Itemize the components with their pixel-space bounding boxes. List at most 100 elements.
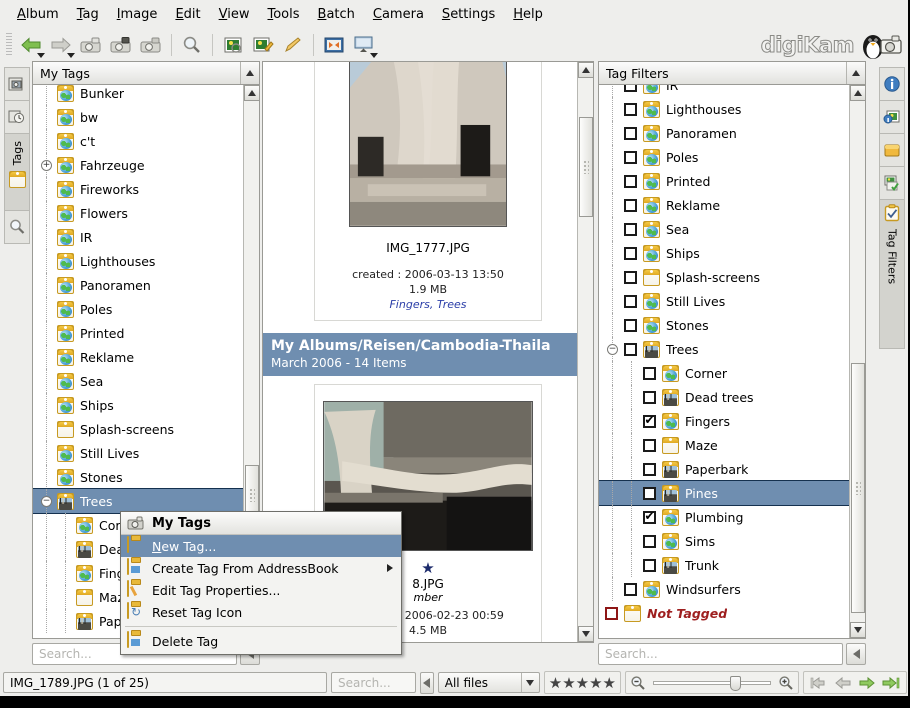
tree-row[interactable]: Reklame [599,193,849,217]
scroll-up-button[interactable] [578,62,593,78]
tree-row[interactable]: Printed [33,321,243,345]
zoom-out-icon[interactable] [630,675,646,691]
slideshow-dropdown-arrow[interactable] [370,52,378,58]
context-menu-item-create-from-addressbook[interactable]: Create Tag From AddressBook [121,557,401,579]
tree-row[interactable]: Panoramen [33,273,243,297]
forward-dropdown-arrow[interactable] [67,52,75,58]
tag-checkbox[interactable] [624,582,637,596]
context-menu-item-delete-tag[interactable]: Delete Tag [121,630,401,652]
tree-row[interactable]: − Trees [599,337,849,361]
tree-row[interactable]: Still Lives [599,289,849,313]
tree-row[interactable]: Printed [599,169,849,193]
tree-row[interactable]: ✔ Plumbing [599,505,849,529]
tree-row[interactable]: ✔ Fingers [599,409,849,433]
tag-checkbox[interactable] [643,438,656,452]
search-button[interactable] [177,31,207,59]
last-image-button[interactable] [880,673,902,693]
zoom-in-icon[interactable] [778,675,794,691]
tree-row[interactable]: + Fahrzeuge [33,153,243,177]
tree-row[interactable]: Splash-screens [33,417,243,441]
my-tags-sort-button[interactable] [240,62,259,84]
sidebar-item-geolocation[interactable] [879,166,905,200]
tag-checkbox[interactable] [624,318,637,332]
back-dropdown-arrow[interactable] [37,52,45,58]
menu-settings[interactable]: Settings [433,3,504,26]
album-group-header[interactable]: My Albums/Reisen/Cambodia-Thaila March 2… [263,333,593,376]
context-menu-item-reset-tag-icon[interactable]: Reset Tag Icon [121,601,401,623]
forward-button[interactable] [46,31,76,59]
tree-row[interactable]: Lighthouses [33,249,243,273]
tree-row[interactable]: Poles [33,297,243,321]
tree-row[interactable]: Flowers [33,201,243,225]
tree-row[interactable]: Pines [599,480,849,506]
tree-row[interactable]: Still Lives [33,441,243,465]
sidebar-item-tags[interactable]: Tags [4,133,30,211]
back-button[interactable] [16,31,46,59]
tag-checkbox[interactable]: ✔ [643,414,656,428]
tag-checkbox[interactable] [605,606,618,620]
tag-checkbox[interactable] [624,198,637,212]
tag-checkbox[interactable] [624,222,637,236]
sidebar-item-albums[interactable] [4,67,30,101]
icon-view-scrollbar[interactable] [577,62,593,642]
chevron-down-icon[interactable] [520,673,539,692]
sidebar-item-metadata[interactable] [879,100,905,134]
menu-help[interactable]: Help [504,3,552,26]
tree-row[interactable]: Reklame [33,345,243,369]
zoom-slider-handle[interactable] [730,675,741,691]
tree-row[interactable]: Sea [599,217,849,241]
collapse-icon[interactable]: − [607,343,618,355]
tag-checkbox[interactable] [643,390,656,404]
menu-album[interactable]: Album [8,3,68,26]
tree-row[interactable]: Not Tagged [599,601,849,625]
tag-checkbox[interactable] [643,486,656,500]
tag-checkbox[interactable] [624,126,637,140]
scrollbar-thumb[interactable] [851,363,865,613]
tree-row[interactable]: Windsurfers [599,577,849,601]
tag-filters-scrollbar[interactable] [849,85,865,638]
camera-add-button[interactable] [76,31,106,59]
tag-checkbox[interactable] [643,366,656,380]
scrollbar-thumb[interactable] [579,117,593,217]
thumbnail-card[interactable]: IMG_1777.JPG created : 2006-03-13 13:50 … [314,62,542,321]
previous-image-button[interactable] [832,673,854,693]
menu-tag[interactable]: Tag [68,3,108,26]
tag-checkbox[interactable]: ✔ [643,510,656,524]
tree-row[interactable]: Stones [33,465,243,489]
context-menu-item-new-tag[interactable]: New Tag... [121,535,401,557]
tree-row[interactable]: c't [33,129,243,153]
tag-checkbox[interactable] [643,558,656,572]
sidebar-item-searches[interactable] [4,210,30,244]
statusbar-search-input[interactable]: Search... [331,672,416,693]
scroll-down-button[interactable] [578,626,593,642]
tree-row[interactable]: Sims [599,529,849,553]
tree-row[interactable]: IR [599,85,849,97]
tag-checkbox[interactable] [624,246,637,260]
tree-row[interactable]: Maze [599,433,849,457]
tree-row[interactable]: Ships [599,241,849,265]
camera-settings-button[interactable] [136,31,166,59]
tree-row[interactable]: Dead trees [599,385,849,409]
tag-filters-tree[interactable]: IR Lighthouses Panoramen Poles Printed Reklam… [598,85,866,639]
tree-row[interactable]: Ships [33,393,243,417]
sidebar-item-properties[interactable] [879,67,905,101]
menu-edit[interactable]: Edit [166,3,209,26]
first-image-button[interactable] [808,673,830,693]
tag-checkbox[interactable] [624,270,637,284]
tree-row[interactable]: bw [33,105,243,129]
tag-checkbox[interactable] [624,174,637,188]
tag-checkbox[interactable] [624,102,637,116]
tree-row[interactable]: Poles [599,145,849,169]
tree-row[interactable]: Trunk [599,553,849,577]
zoom-slider[interactable] [653,675,771,691]
tag-checkbox[interactable] [624,85,637,92]
next-image-button[interactable] [856,673,878,693]
slideshow-button[interactable] [349,31,379,59]
tree-row[interactable]: Lighthouses [599,97,849,121]
file-filter-select[interactable]: All files [437,672,540,693]
expand-icon[interactable]: + [41,159,52,171]
tree-row[interactable]: Splash-screens [599,265,849,289]
statusbar-search-clear-button[interactable] [420,671,434,694]
tag-checkbox[interactable] [624,150,637,164]
tag-checkbox[interactable] [624,294,637,308]
